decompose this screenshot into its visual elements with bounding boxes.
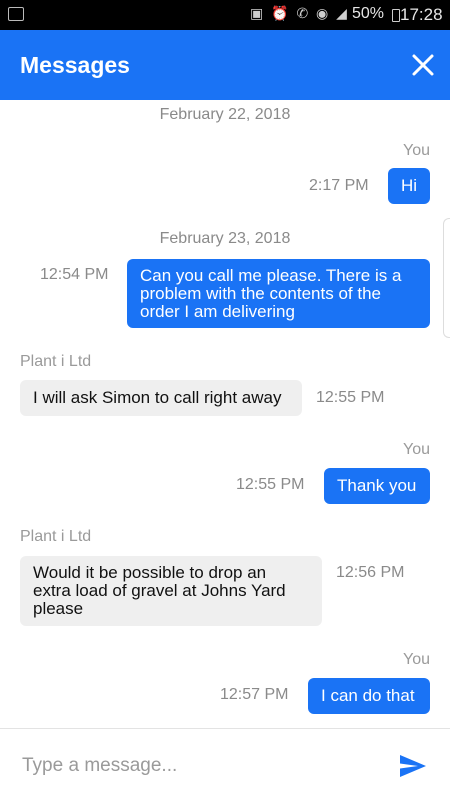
battery-percent: 50%: [352, 5, 385, 22]
date-divider: February 23, 2018: [159, 230, 291, 247]
page-title: Messages: [20, 52, 130, 78]
sender-label: Plant i Ltd: [20, 353, 92, 370]
message-time: 12:55 PM: [236, 476, 305, 493]
message-time: 12:54 PM: [40, 266, 109, 283]
clock: 17:28: [400, 5, 443, 24]
sender-label: You: [403, 441, 430, 458]
date-divider: February 22, 2018: [159, 106, 291, 123]
message-time: 12:57 PM: [220, 686, 289, 703]
sender-label: You: [403, 142, 430, 159]
status-bar: ▣ ⏰ ✆ ◉ ◢ 50% 17:28: [0, 0, 450, 30]
send-icon[interactable]: [398, 751, 428, 781]
message-time: 12:55 PM: [316, 389, 385, 406]
status-icons: ▣ ⏰ ✆ ◉ ◢: [250, 5, 349, 21]
incoming-message: Would it be possible to drop an extra lo…: [20, 556, 322, 626]
sender-label: You: [403, 651, 430, 668]
scroll-handle[interactable]: [443, 218, 450, 338]
outgoing-message: Hi: [388, 168, 430, 204]
outgoing-message: Can you call me please. There is a probl…: [127, 259, 430, 328]
app-bar: Messages: [0, 30, 450, 100]
image-icon: [8, 7, 24, 21]
message-input[interactable]: [20, 747, 384, 785]
message-time: 2:17 PM: [309, 177, 369, 194]
outgoing-message: Thank you: [324, 468, 430, 504]
sender-label: Plant i Ltd: [20, 528, 92, 545]
message-time: 12:56 PM: [336, 564, 405, 581]
outgoing-message: I can do that: [308, 678, 430, 714]
close-icon[interactable]: [408, 50, 438, 80]
battery-icon: [392, 9, 400, 22]
incoming-message: I will ask Simon to call right away: [20, 380, 302, 416]
message-composer: [0, 728, 450, 801]
